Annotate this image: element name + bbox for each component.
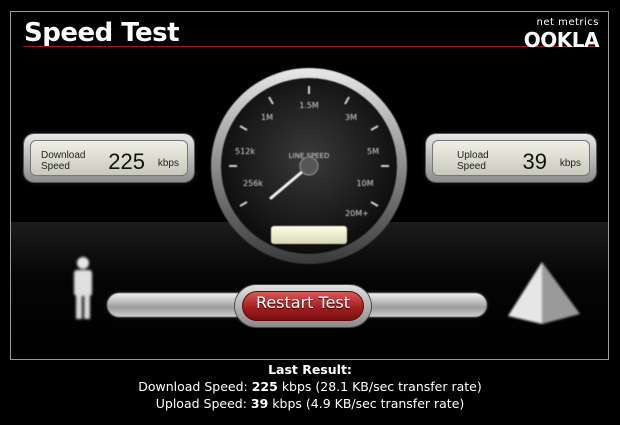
- upload-value: 39: [522, 149, 547, 174]
- ookla-logo[interactable]: net metrics OOKLA: [516, 17, 601, 52]
- gauge-tick-label: 5M: [367, 147, 379, 156]
- server-pyramid-icon: [508, 262, 580, 324]
- gauge-tick-label: 1M: [261, 113, 273, 122]
- download-display: Download Speed 225 kbps: [30, 140, 188, 176]
- upload-result-line: Upload Speed: 39 kbps (4.9 KB/sec transf…: [0, 395, 620, 412]
- download-unit: kbps: [157, 158, 179, 169]
- user-icon: [74, 257, 92, 319]
- upload-result-label: Upload Speed:: [155, 396, 247, 411]
- download-speed-panel: Download Speed 225 kbps: [24, 134, 194, 182]
- speedometer-gauge: 256k 512k 1M 1.5M 3M 5M 10M 20M+ LINE SP…: [211, 68, 407, 264]
- gauge-tick-label: 512k: [235, 147, 255, 156]
- title-divider: [23, 46, 596, 47]
- restart-button-label: Restart Test: [255, 293, 351, 312]
- download-label-line2: Speed: [41, 161, 70, 172]
- speed-test-panel: Speed Test net metrics OOKLA 256k 512k 1…: [10, 11, 609, 360]
- download-result-line: Download Speed: 225 kbps (28.1 KB/sec tr…: [0, 378, 620, 395]
- download-label: Download Speed: [41, 150, 99, 172]
- logo-brand: OOKLA: [523, 28, 600, 52]
- gauge-tick-label: 1.5M: [299, 101, 319, 110]
- upload-result-unit: kbps: [272, 396, 302, 411]
- upload-label: Upload Speed: [457, 150, 515, 172]
- last-result-summary: Last Result: Download Speed: 225 kbps (2…: [0, 361, 620, 412]
- gauge-tick-label: 256k: [243, 179, 263, 188]
- gauge-tick-label: 3M: [345, 113, 357, 122]
- upload-label-line2: Speed: [457, 161, 486, 172]
- download-result-unit: kbps: [281, 379, 312, 394]
- gauge-hub: [299, 156, 319, 176]
- last-result-heading: Last Result:: [268, 362, 352, 377]
- gauge-tick-label: 10M: [356, 179, 373, 188]
- download-result-detail: (28.1 KB/sec transfer rate): [315, 379, 482, 394]
- upload-label-line1: Upload: [457, 150, 489, 161]
- gauge-readout: [271, 226, 347, 244]
- page-title: Speed Test: [24, 18, 180, 48]
- download-result-value: 225: [251, 379, 278, 394]
- download-value: 225: [108, 149, 145, 174]
- upload-speed-panel: Upload Speed 39 kbps: [426, 134, 596, 182]
- upload-display: Upload Speed 39 kbps: [432, 140, 590, 176]
- gauge-tick-label: 20M+: [345, 209, 369, 218]
- upload-result-value: 39: [250, 396, 269, 411]
- download-label-line1: Download: [41, 150, 86, 161]
- download-result-label: Download Speed:: [138, 379, 248, 394]
- logo-tagline: net metrics: [536, 17, 599, 28]
- upload-unit: kbps: [559, 158, 581, 169]
- upload-result-detail: (4.9 KB/sec transfer rate): [305, 396, 465, 411]
- restart-test-button[interactable]: Restart Test: [235, 285, 371, 327]
